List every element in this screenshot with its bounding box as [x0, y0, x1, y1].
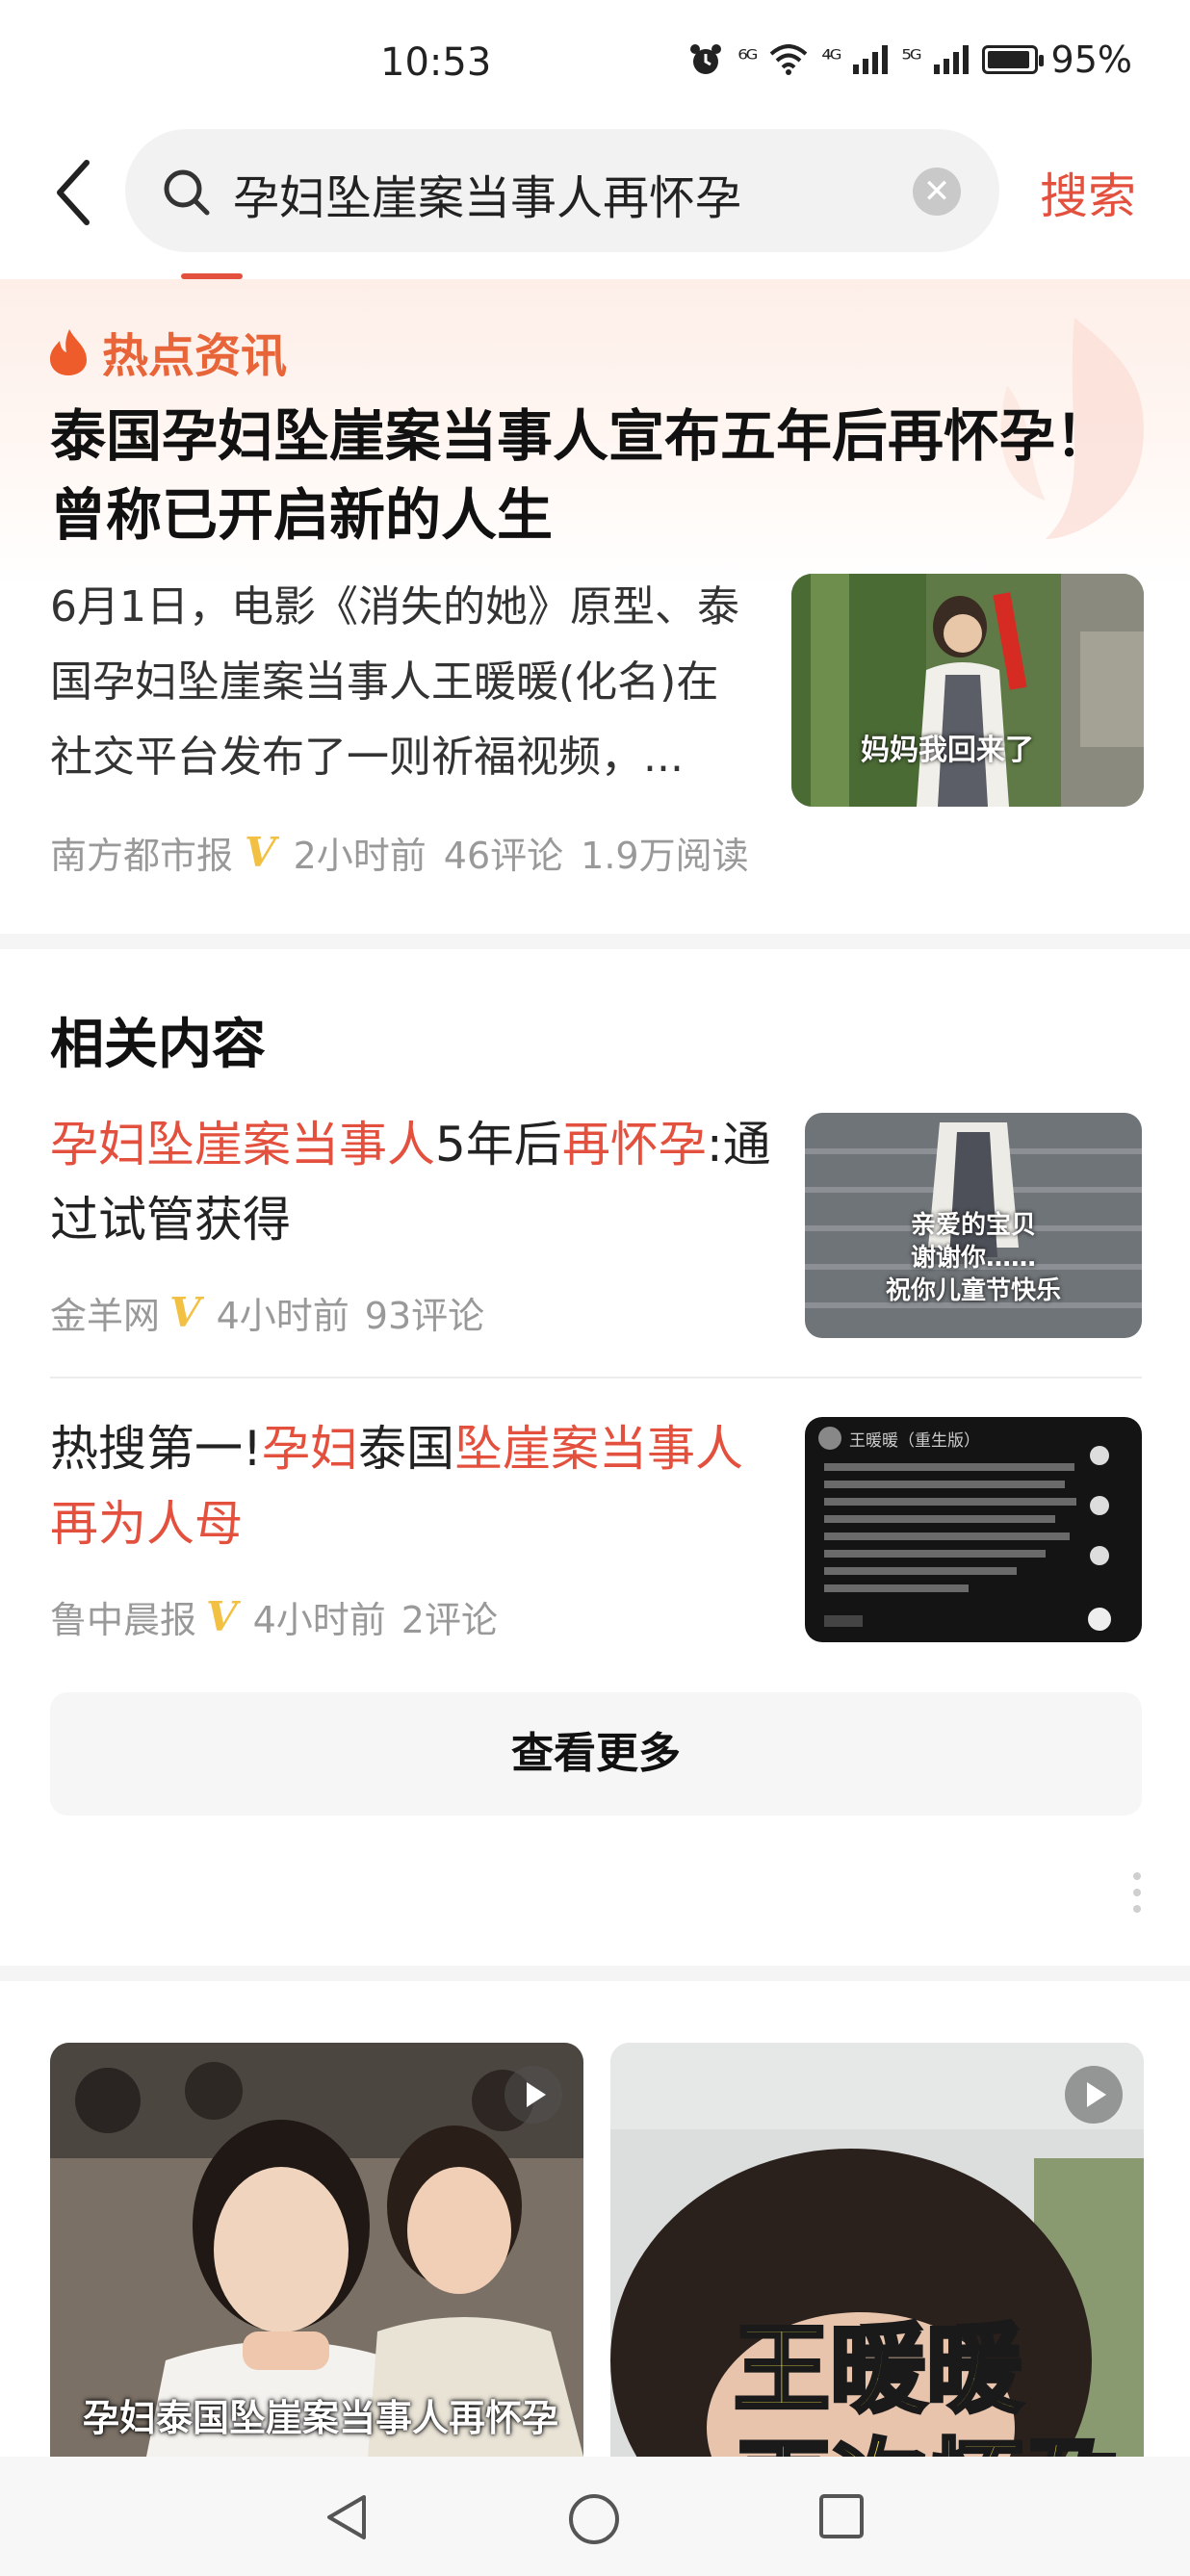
recents-nav-icon[interactable] [818, 2493, 865, 2539]
publish-time: 4小时前 [252, 1599, 386, 1641]
title-highlight: 再怀孕 [561, 1117, 707, 1172]
status-icons: ⁶ᴳ ⁴ᴳ ⁵ᴳ 95% [687, 39, 1132, 81]
play-icon [1065, 2066, 1123, 2124]
chevron-left-icon [57, 160, 90, 225]
title-highlight: 坠崖案当事人 [454, 1421, 744, 1477]
verified-v-icon: V [245, 829, 276, 876]
source-name: 南方都市报 [50, 835, 234, 877]
battery-percent: 95% [1050, 39, 1132, 81]
video-overlay-subtitle: 再次怀孕 [734, 2407, 1123, 2457]
video-card[interactable]: 王暖暖 再次怀孕 [610, 2043, 1144, 2457]
hot-news-card[interactable]: 热点资讯 泰国孕妇坠崖案当事人宣布五年后再怀孕！曾称已开启新的人生 6月1日，电… [0, 279, 1190, 934]
thumb-header: 王暖暖（重生版） [849, 1431, 980, 1451]
related-item-title[interactable]: 热搜第一!孕妇泰国坠崖案当事人再为人母 [50, 1411, 782, 1561]
more-options-icon[interactable] [1132, 1871, 1142, 1914]
comment-count: 2评论 [401, 1599, 498, 1641]
title-text: 热搜第一! [50, 1421, 263, 1477]
view-more-button[interactable]: 查看更多 [50, 1692, 1142, 1816]
related-item[interactable]: 热搜第一!孕妇泰国坠崖案当事人再为人母 鲁中晨报 V 4小时前 2评论 王暖暖（… [0, 1402, 1190, 1652]
source-name: 金羊网 [50, 1295, 161, 1337]
related-heading: 相关内容 [50, 1014, 266, 1076]
thumb-caption: 亲爱的宝贝 谢谢你…… 祝你儿童节快乐 [805, 1209, 1142, 1307]
alarm-icon [690, 44, 722, 74]
system-nav-bar [0, 2457, 1190, 2576]
item-divider [50, 1377, 1142, 1378]
section-divider [0, 934, 1190, 949]
related-item-title[interactable]: 孕妇坠崖案当事人5年后再怀孕:通过试管获得 [50, 1107, 782, 1257]
back-nav-icon[interactable] [323, 2493, 370, 2541]
hot-news-meta: 南方都市报 V 2小时前 46评论 1.9万阅读 [50, 826, 749, 879]
hot-news-thumbnail[interactable]: 妈妈我回来了 [791, 574, 1144, 807]
thumb-caption-line: 祝你儿童节快乐 [885, 1276, 1061, 1305]
title-highlight: 孕妇 [262, 1421, 359, 1477]
section-divider [0, 1966, 1190, 1981]
wifi-label: ⁶ᴳ [737, 45, 758, 74]
fire-icon [50, 329, 87, 375]
play-icon [504, 2066, 562, 2124]
video-card[interactable]: 孕妇泰国坠崖案当事人再怀孕 [50, 2043, 583, 2457]
publish-time: 4小时前 [216, 1295, 349, 1337]
related-item-meta: 鲁中晨报 V 4小时前 2评论 [50, 1590, 498, 1643]
title-highlight: 孕妇坠崖案当事人 [50, 1117, 435, 1172]
clear-search-button[interactable]: ✕ [913, 167, 961, 216]
read-count: 1.9万阅读 [581, 835, 749, 877]
related-item[interactable]: 孕妇坠崖案当事人5年后再怀孕:通过试管获得 金羊网 V 4小时前 93评论 亲爱… [0, 1097, 1190, 1348]
comment-count: 46评论 [443, 835, 564, 877]
related-item-meta: 金羊网 V 4小时前 93评论 [50, 1286, 484, 1339]
related-item-thumbnail[interactable]: 亲爱的宝贝 谢谢你…… 祝你儿童节快乐 [805, 1113, 1142, 1338]
verified-v-icon: V [169, 1289, 201, 1336]
search-input[interactable]: 孕妇坠崖案当事人再怀孕 ✕ [125, 129, 999, 252]
video-caption: 孕妇泰国坠崖案当事人再怀孕 [83, 2397, 559, 2439]
cell-signal-icon [933, 45, 969, 74]
comment-count: 93评论 [364, 1295, 485, 1337]
hot-news-label-text: 热点资讯 [102, 329, 288, 383]
title-text: 泰国 [358, 1421, 455, 1477]
title-text: 5年后 [435, 1117, 562, 1172]
verified-v-icon: V [206, 1593, 238, 1640]
hot-news-summary: 6月1日，电影《消失的她》原型、泰国孕妇坠崖案当事人王暖暖(化名)在社交平台发布… [50, 582, 739, 782]
source-name: 鲁中晨报 [50, 1599, 197, 1641]
search-icon [164, 169, 210, 216]
thumb-caption-line: 谢谢你…… [910, 1244, 1036, 1273]
search-submit-button[interactable]: 搜索 [1040, 158, 1136, 227]
publish-time: 2小时前 [293, 835, 427, 877]
status-bar: 10:53 ⁶ᴳ ⁴ᴳ ⁵ᴳ 95% [0, 0, 1190, 125]
hot-news-label: 热点资讯 [48, 318, 287, 385]
search-header: 孕妇坠崖案当事人再怀孕 ✕ 搜索 [0, 125, 1190, 260]
hot-news-title[interactable]: 泰国孕妇坠崖案当事人宣布五年后再怀孕！曾称已开启新的人生 [50, 397, 1148, 554]
wifi-icon [769, 44, 808, 75]
battery-fill [987, 51, 1030, 68]
search-query[interactable]: 孕妇坠崖案当事人再怀孕 [233, 160, 741, 227]
cell-2-label: ⁵ᴳ [901, 45, 921, 74]
home-nav-icon[interactable] [568, 2493, 620, 2545]
back-button[interactable] [44, 158, 102, 227]
cell-signal-icon [853, 45, 889, 74]
hot-thumb-caption: 妈妈我回来了 [861, 734, 1034, 767]
related-item-thumbnail[interactable]: 王暖暖（重生版） [805, 1417, 1142, 1642]
cell-1-label: ⁴ᴳ [821, 45, 841, 74]
title-highlight: 再为人母 [50, 1496, 243, 1552]
status-time: 10:53 [380, 40, 492, 85]
thumb-caption-line: 亲爱的宝贝 [910, 1211, 1036, 1240]
battery-icon [981, 45, 1044, 74]
